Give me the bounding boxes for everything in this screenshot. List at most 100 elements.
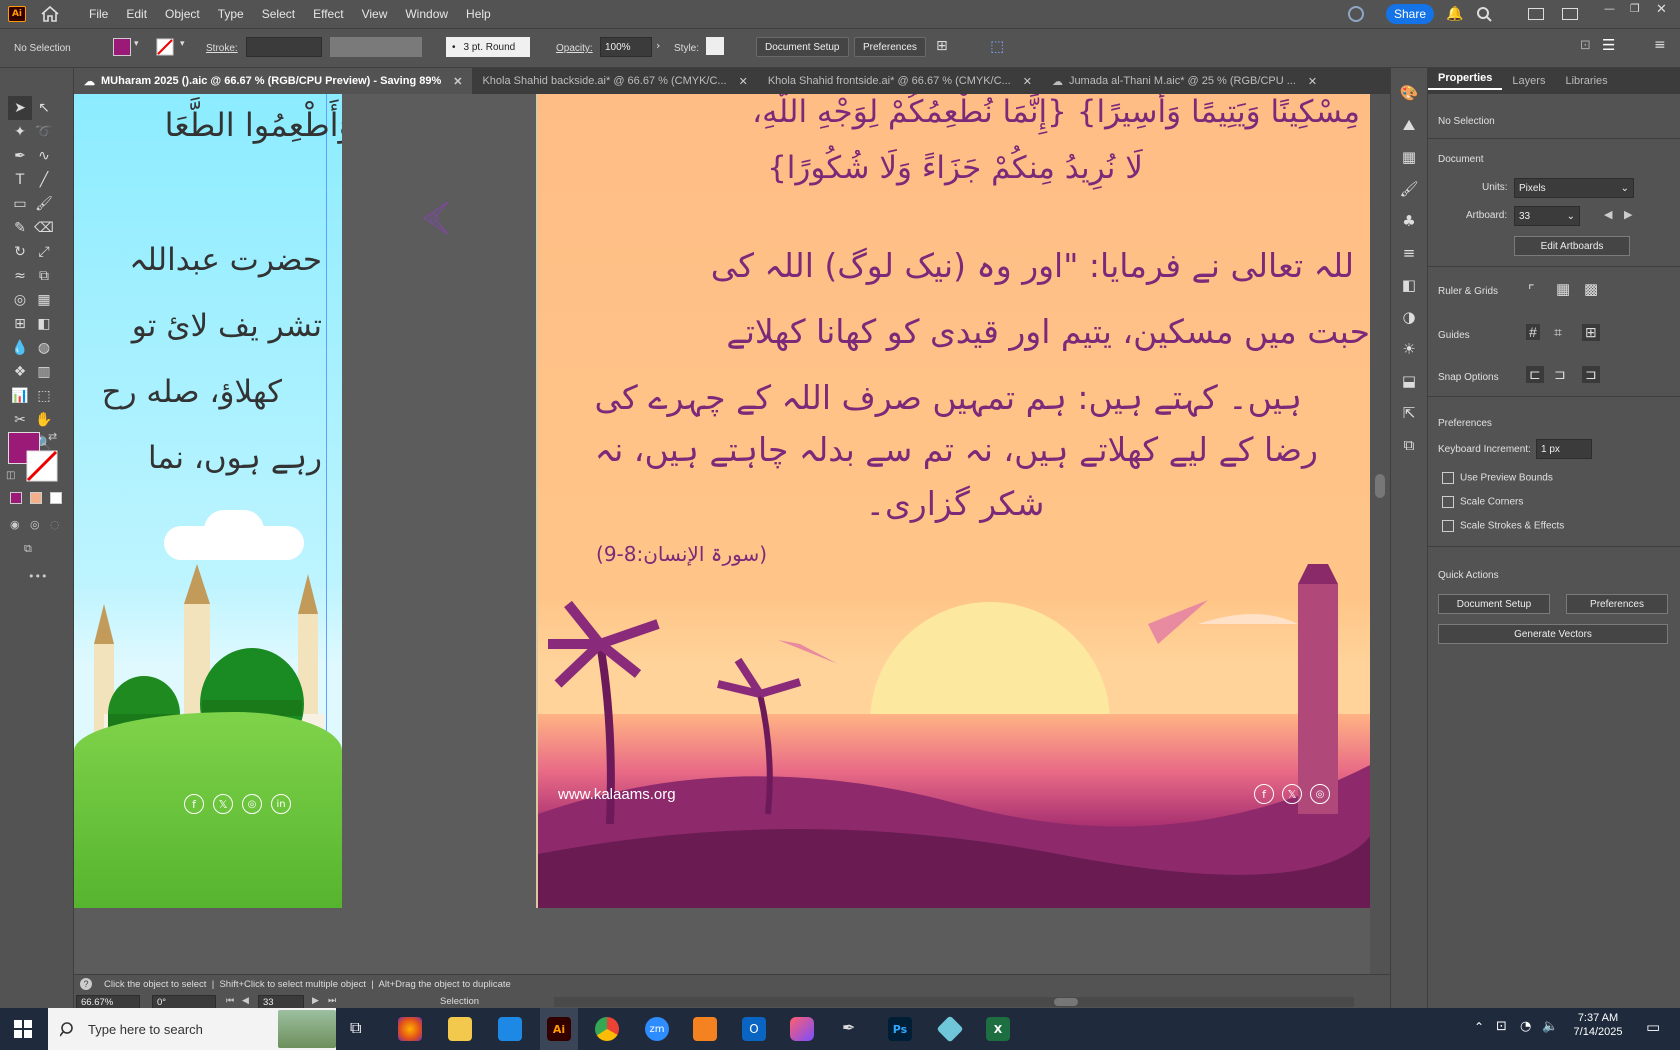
minimize-icon[interactable]: —	[1604, 2, 1615, 15]
transparency-icon[interactable]: ◑	[1402, 308, 1415, 326]
scale-strokes-option[interactable]: Scale Strokes & Effects	[1442, 520, 1564, 532]
panel-menu-icon[interactable]: ☰	[1602, 36, 1615, 54]
eraser-tool-icon[interactable]: ⌫	[32, 216, 56, 240]
align-icon[interactable]: ⊞	[936, 38, 948, 54]
menu-window[interactable]: Window	[396, 7, 457, 21]
share-button[interactable]: Share	[1386, 4, 1434, 24]
use-preview-bounds-option[interactable]: Use Preview Bounds	[1442, 472, 1553, 484]
photoshop-icon[interactable]: Ps	[888, 1017, 912, 1041]
scale-corners-option[interactable]: Scale Corners	[1442, 496, 1523, 508]
chrome-icon[interactable]	[595, 1017, 619, 1041]
default-colors-icon[interactable]: ◫	[6, 470, 15, 481]
draw-inside-icon[interactable]: ◌	[50, 518, 60, 531]
chevron-right-icon[interactable]: ›	[656, 39, 660, 52]
swatches-icon[interactable]: ▦	[1402, 148, 1416, 166]
fill-swatch[interactable]	[113, 38, 131, 56]
xampp-icon[interactable]	[693, 1017, 717, 1041]
hand-tool-icon[interactable]: ✋	[32, 408, 56, 432]
draw-behind-icon[interactable]: ◎	[30, 518, 40, 531]
artboard-nav-field[interactable]: 33	[258, 995, 304, 1009]
next-artboard-icon[interactable]: ▶	[1624, 208, 1632, 221]
workspace-icon[interactable]	[1528, 8, 1544, 20]
artboard-main[interactable]: مِسْكِينًا وَيَتِيمًا وَأَسِيرًا} {إِنَّ…	[536, 94, 1370, 908]
ruler-icon[interactable]: ⌜	[1528, 282, 1535, 299]
firefox-icon[interactable]	[398, 1017, 422, 1041]
bell-icon[interactable]: 🔔	[1446, 6, 1463, 22]
warp-tool-icon[interactable]: ≈	[8, 264, 32, 288]
snap-to-grid-icon[interactable]: ⊐	[1554, 366, 1566, 383]
gradient-tool-icon[interactable]: ◧	[32, 312, 56, 336]
volume-icon[interactable]: 🔈	[1542, 1019, 1558, 1034]
scroll-thumb[interactable]	[1375, 474, 1385, 498]
brush-definition[interactable]: • 3 pt. Round	[446, 37, 530, 57]
rotate-tool-icon[interactable]: ↻	[8, 240, 32, 264]
menu-type[interactable]: Type	[209, 7, 253, 21]
export-icon[interactable]: ⇱	[1403, 404, 1416, 422]
file-explorer-icon[interactable]	[448, 1017, 472, 1041]
rectangle-tool-icon[interactable]: ▭	[8, 192, 32, 216]
curvature-tool-icon[interactable]: ∿	[32, 144, 56, 168]
snap-to-pixel-icon[interactable]: ⊐	[1582, 366, 1600, 383]
transform-icon[interactable]: ⊡	[1580, 38, 1591, 53]
preferences-button[interactable]: Preferences	[1566, 594, 1668, 614]
zoom-field[interactable]: 66.67%	[76, 995, 140, 1009]
menu-edit[interactable]: Edit	[117, 7, 156, 21]
restore-icon[interactable]: ❐	[1630, 2, 1640, 15]
arrange-icon[interactable]	[1562, 8, 1578, 20]
artboard-left[interactable]: وَأَطْعِمُوا الطَّعَا حضرت عبداللہ تشر ی…	[74, 94, 342, 908]
screen-mode-icon[interactable]: ⧉	[24, 542, 32, 556]
creative-cloud-icon[interactable]	[790, 1017, 814, 1041]
menu-view[interactable]: View	[353, 7, 397, 21]
stroke-weight-field[interactable]	[246, 37, 322, 57]
tab-jumada[interactable]: ☁ Jumada al-Thani M.aic* @ 25 % (RGB/CPU …	[1042, 68, 1327, 94]
tab-properties[interactable]: Properties	[1428, 72, 1503, 90]
shaper-tool-icon[interactable]: ✎	[8, 216, 32, 240]
draw-normal-icon[interactable]: ◉	[10, 518, 20, 531]
edit-toolbar-icon[interactable]: •••	[28, 570, 47, 583]
tab-close-icon[interactable]: ✕	[1308, 75, 1317, 88]
style-swatch[interactable]	[706, 37, 724, 55]
symbols-icon[interactable]: ♣	[1402, 212, 1415, 230]
rotation-field[interactable]: 0°	[152, 995, 216, 1009]
wifi-icon[interactable]: ◔	[1520, 1019, 1531, 1034]
document-setup-button[interactable]: Document Setup	[756, 37, 849, 57]
blend-tool-icon[interactable]: ◍	[32, 336, 56, 360]
none-mode-icon[interactable]	[50, 492, 62, 504]
tab-close-icon[interactable]: ✕	[1023, 75, 1032, 88]
next-artboard-icon[interactable]: ▶	[312, 995, 319, 1006]
show-guides-icon[interactable]: #	[1526, 324, 1540, 340]
tab-frontside[interactable]: Khola Shahid frontside.ai* @ 66.67 % (CM…	[758, 68, 1042, 94]
chevron-down-icon[interactable]: ▾	[134, 39, 139, 49]
first-artboard-icon[interactable]: ⏮	[226, 995, 234, 1006]
network-icon[interactable]: ⊡	[1496, 1019, 1507, 1034]
slice-tool-icon[interactable]: ✂	[8, 408, 32, 432]
smart-guides-icon[interactable]: ⊞	[1582, 324, 1600, 341]
close-icon[interactable]: ✕	[1656, 2, 1667, 17]
menu-object[interactable]: Object	[156, 7, 209, 21]
sync-icon[interactable]	[1348, 6, 1364, 22]
symbol-sprayer-tool-icon[interactable]: ❖	[8, 360, 32, 384]
scale-tool-icon[interactable]: ⤢	[32, 240, 56, 264]
snap-to-point-icon[interactable]: ⊏	[1526, 366, 1544, 383]
transparency-grid-icon[interactable]: ▩	[1584, 280, 1598, 298]
graph-tool-icon[interactable]: 📊	[8, 384, 32, 408]
tab-libraries[interactable]: Libraries	[1555, 75, 1617, 87]
appearance-icon[interactable]: ☀	[1402, 340, 1415, 358]
graphic-styles-icon[interactable]: ⬓	[1402, 372, 1416, 390]
units-select[interactable]: Pixels ⌄	[1514, 178, 1634, 198]
more-options-icon[interactable]: ≡	[1654, 37, 1666, 53]
outlook-icon[interactable]: O	[742, 1017, 766, 1041]
keyboard-increment-field[interactable]: 1 px	[1536, 439, 1592, 459]
magic-wand-tool-icon[interactable]: ✦	[8, 120, 32, 144]
quick-action-icon[interactable]: ⬚	[990, 37, 1004, 55]
tab-close-icon[interactable]: ✕	[453, 75, 462, 88]
document-setup-button[interactable]: Document Setup	[1438, 594, 1550, 614]
illustrator-taskbar-icon[interactable]: Ai	[547, 1017, 571, 1041]
perspective-grid-tool-icon[interactable]: ▦	[32, 288, 56, 312]
pen-app-icon[interactable]: ✒	[842, 1018, 855, 1037]
last-artboard-icon[interactable]: ⏭	[328, 995, 336, 1006]
checkbox[interactable]	[1442, 520, 1454, 532]
checkbox[interactable]	[1442, 496, 1454, 508]
paintbrush-tool-icon[interactable]: 🖌	[32, 192, 56, 216]
menu-file[interactable]: File	[80, 7, 117, 21]
